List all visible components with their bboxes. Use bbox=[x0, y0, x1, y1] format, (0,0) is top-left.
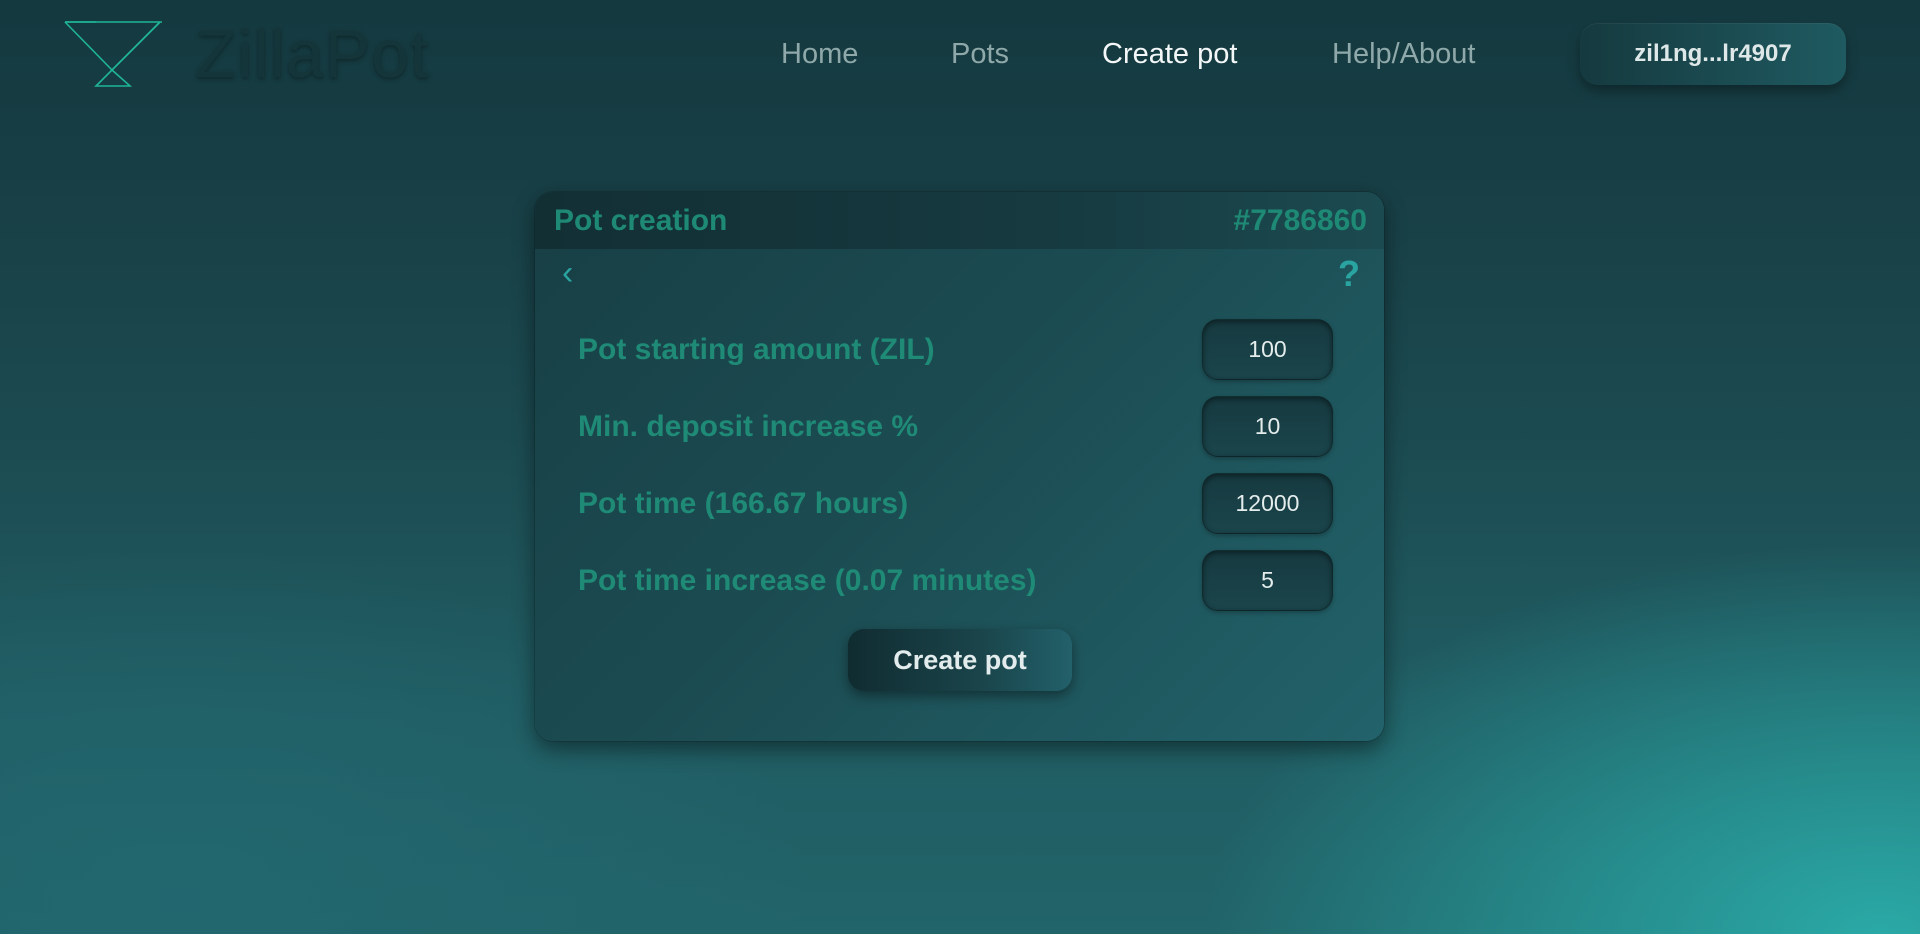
top-header: ZillaPot Home Pots Create pot Help/About… bbox=[0, 0, 1920, 110]
nav-create-pot[interactable]: Create pot bbox=[1102, 36, 1237, 72]
card-title: Pot creation bbox=[554, 204, 728, 237]
pot-time-increase-label: Pot time increase (0.07 minutes) bbox=[578, 564, 1037, 597]
field-row-starting-amount: Pot starting amount (ZIL) bbox=[535, 319, 1384, 381]
starting-amount-label: Pot starting amount (ZIL) bbox=[578, 333, 935, 366]
starting-amount-input[interactable] bbox=[1202, 319, 1333, 380]
pot-time-input[interactable] bbox=[1202, 473, 1333, 534]
chevron-left-icon[interactable]: ‹ bbox=[562, 256, 584, 290]
min-deposit-increase-input[interactable] bbox=[1202, 396, 1333, 457]
nav-pots[interactable]: Pots bbox=[951, 36, 1009, 72]
min-deposit-increase-label: Min. deposit increase % bbox=[578, 410, 919, 443]
create-pot-button[interactable]: Create pot bbox=[848, 629, 1072, 691]
question-mark-icon[interactable]: ? bbox=[1338, 254, 1360, 294]
nav-home[interactable]: Home bbox=[781, 36, 858, 72]
pot-id: #7786860 bbox=[1233, 204, 1367, 237]
field-row-min-deposit-increase: Min. deposit increase % bbox=[535, 396, 1384, 458]
nav-help-about[interactable]: Help/About bbox=[1332, 36, 1476, 72]
field-row-pot-time: Pot time (166.67 hours) bbox=[535, 473, 1384, 535]
pot-time-label: Pot time (166.67 hours) bbox=[578, 487, 909, 520]
wallet-address-button[interactable]: zil1ng...lr4907 bbox=[1580, 23, 1846, 85]
pot-creation-card: Pot creation #7786860 ‹ ? Pot starting a… bbox=[535, 192, 1384, 741]
field-row-pot-time-increase: Pot time increase (0.07 minutes) bbox=[535, 550, 1384, 612]
card-header: Pot creation #7786860 bbox=[535, 192, 1384, 249]
pot-time-increase-input[interactable] bbox=[1202, 550, 1333, 611]
